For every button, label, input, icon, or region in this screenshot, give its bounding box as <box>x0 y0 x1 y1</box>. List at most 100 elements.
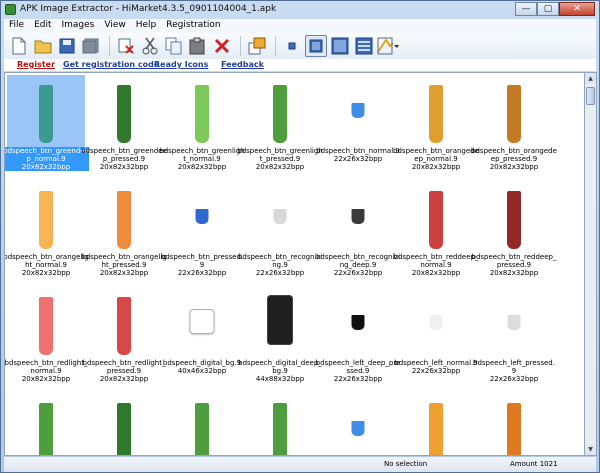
image-item[interactable]: bdspeech_btn_orangelight_normal.9 20x82x3… <box>5 181 89 281</box>
medium-view-icon[interactable] <box>305 35 327 57</box>
image-item[interactable]: bdspeech_btn_recognizing_deep.9 22x26x32b… <box>316 181 400 281</box>
scroll-down-icon[interactable]: ▼ <box>585 444 596 455</box>
new-icon[interactable] <box>8 35 30 57</box>
maximize-button[interactable]: ▢ <box>537 2 559 16</box>
close-icon[interactable] <box>211 35 233 57</box>
save-all-icon[interactable] <box>80 35 102 57</box>
image-thumbnail-area <box>397 393 475 455</box>
image-item[interactable]: bdspeech_btn_normal.9 22x26x32bpp <box>316 75 400 175</box>
menu-registration[interactable]: Registration <box>161 19 225 33</box>
cut-icon[interactable] <box>139 35 161 57</box>
image-preview <box>273 85 287 143</box>
image-thumbnail-area <box>241 75 319 147</box>
vertical-scrollbar[interactable]: ▲ ▼ <box>585 72 597 456</box>
image-item[interactable]: bdspeech_digital_deep_bg.9 44x88x32bpp <box>238 287 322 387</box>
image-item[interactable]: bdspeech_btn_greenlight_pressed.9 20x82x3… <box>237 75 323 175</box>
image-preview <box>39 403 53 455</box>
image-caption: bdspeech_btn_reddeep_pressed.9 20x82x32bp… <box>471 253 557 277</box>
image-name: bdspeech_btn_reddeep_pressed.9 <box>471 253 557 269</box>
image-item[interactable]: bdspeech_left_pressed.9 22x26x32bpp <box>473 287 555 387</box>
close-button[interactable]: ✕ <box>559 2 595 16</box>
image-preview <box>195 403 209 455</box>
image-item[interactable]: bdspeech_btn_greendeep_pressed.9 20x82x32… <box>81 75 167 175</box>
image-preview <box>351 315 365 330</box>
image-caption: bdspeech_btn_normal.9 22x26x32bpp <box>315 147 401 163</box>
get-registration-code-link[interactable]: Get registration code <box>63 60 159 69</box>
open-folder-icon[interactable] <box>32 35 54 57</box>
image-item[interactable] <box>241 393 319 455</box>
image-preview <box>117 191 131 249</box>
image-name: bdspeech_btn_orangelight_normal.9 <box>4 253 89 269</box>
image-size: 20x82x32bpp <box>99 375 149 383</box>
selection-status: No selection <box>384 460 428 468</box>
image-thumbnail-area <box>397 181 475 253</box>
image-item[interactable]: bdspeech_btn_greenlight_normal.9 20x82x32… <box>159 75 245 175</box>
image-size: 22x26x32bpp <box>489 375 539 383</box>
image-size: 20x82x32bpp <box>99 269 149 277</box>
image-item[interactable]: bdspeech_btn_orangelight_pressed.9 20x82x… <box>81 181 167 281</box>
image-item[interactable]: bdspeech_btn_greendeep_normal.9 20x82x32b… <box>5 75 89 175</box>
image-item[interactable] <box>319 393 397 455</box>
image-name: bdspeech_btn_greendeep_pressed.9 <box>81 147 167 163</box>
image-item[interactable]: bdspeech_btn_pressed.9 22x26x32bpp <box>161 181 243 281</box>
image-name: bdspeech_btn_greendeep_normal.9 <box>4 147 89 163</box>
image-item[interactable] <box>85 393 163 455</box>
menu-view[interactable]: View <box>99 19 130 33</box>
image-item[interactable]: bdspeech_btn_reddeep_pressed.9 20x82x32bp… <box>472 181 556 281</box>
image-preview <box>117 403 131 455</box>
image-item[interactable] <box>7 393 85 455</box>
small-view-icon[interactable] <box>281 35 303 57</box>
image-item[interactable]: bdspeech_btn_reddeep_normal.9 20x82x32bpp <box>394 181 478 281</box>
save-icon[interactable] <box>56 35 78 57</box>
sort-icon[interactable] <box>377 35 399 57</box>
image-size: 20x82x32bpp <box>21 269 71 277</box>
image-item[interactable]: bdspeech_btn_orangedeep_pressed.9 20x82x3… <box>471 75 557 175</box>
toolbar-separator <box>275 36 276 56</box>
large-view-icon[interactable] <box>329 35 351 57</box>
image-item[interactable]: bdspeech_btn_orangedeep_normal.9 20x82x32… <box>393 75 479 175</box>
list-view-icon[interactable] <box>353 35 375 57</box>
menu-edit[interactable]: Edit <box>29 19 56 33</box>
menu-images[interactable]: Images <box>57 19 100 33</box>
image-item[interactable] <box>163 393 241 455</box>
image-item[interactable]: bdspeech_left_deep_pressed.9 22x26x32bpp <box>316 287 400 387</box>
image-grid[interactable]: bdspeech_btn_greendeep_normal.9 20x82x32b… <box>4 72 585 456</box>
menu-help[interactable]: Help <box>131 19 162 33</box>
scroll-thumb[interactable] <box>586 87 595 105</box>
scroll-up-icon[interactable]: ▲ <box>585 73 596 84</box>
image-preview <box>39 297 53 355</box>
image-preview <box>39 85 53 143</box>
paste-icon[interactable] <box>187 35 209 57</box>
image-preview <box>117 297 131 355</box>
copy-icon[interactable] <box>163 35 185 57</box>
image-item[interactable]: bdspeech_btn_redlight_pressed.9 20x82x32b… <box>83 287 166 387</box>
image-preview <box>507 191 521 249</box>
title-bar[interactable]: APK Image Extractor - HiMarket4.3.5_0901… <box>1 1 599 18</box>
image-caption: bdspeech_btn_orangelight_pressed.9 20x82x… <box>81 253 167 277</box>
image-item[interactable] <box>397 393 475 455</box>
image-size: 20x82x32bpp <box>177 163 227 171</box>
image-preview <box>507 85 521 143</box>
image-size: 20x82x32bpp <box>21 375 71 383</box>
link-bar: Register Get registration code Ready Ico… <box>4 59 596 71</box>
image-item[interactable]: bdspeech_digital_bg.9 40x46x32bpp <box>163 287 241 387</box>
image-thumbnail-area <box>319 75 397 147</box>
image-name: bdspeech_left_normal.9 <box>394 359 478 367</box>
image-preview <box>267 295 293 345</box>
menu-file[interactable]: File <box>4 19 29 33</box>
image-name: bdspeech_btn_recognizing.9 <box>237 253 323 269</box>
image-item[interactable]: bdspeech_left_normal.9 22x26x32bpp <box>394 287 478 387</box>
status-bar: No selection Amount 1021 <box>4 457 596 472</box>
image-item[interactable] <box>475 393 553 455</box>
image-item[interactable]: bdspeech_btn_recognizing.9 22x26x32bpp <box>238 181 322 281</box>
ready-icons-link[interactable]: Ready Icons <box>154 60 208 69</box>
image-preview <box>189 309 215 334</box>
feedback-link[interactable]: Feedback <box>221 60 264 69</box>
image-thumbnail-area <box>163 287 241 359</box>
minimize-button[interactable]: — <box>515 2 537 16</box>
delete-icon[interactable] <box>115 35 137 57</box>
image-item[interactable]: bdspeech_btn_redlight_normal.9 20x82x32bp… <box>5 287 88 387</box>
register-link[interactable]: Register <box>17 60 55 69</box>
image-size: 44x88x32bpp <box>255 375 305 383</box>
export-icon[interactable] <box>246 35 268 57</box>
